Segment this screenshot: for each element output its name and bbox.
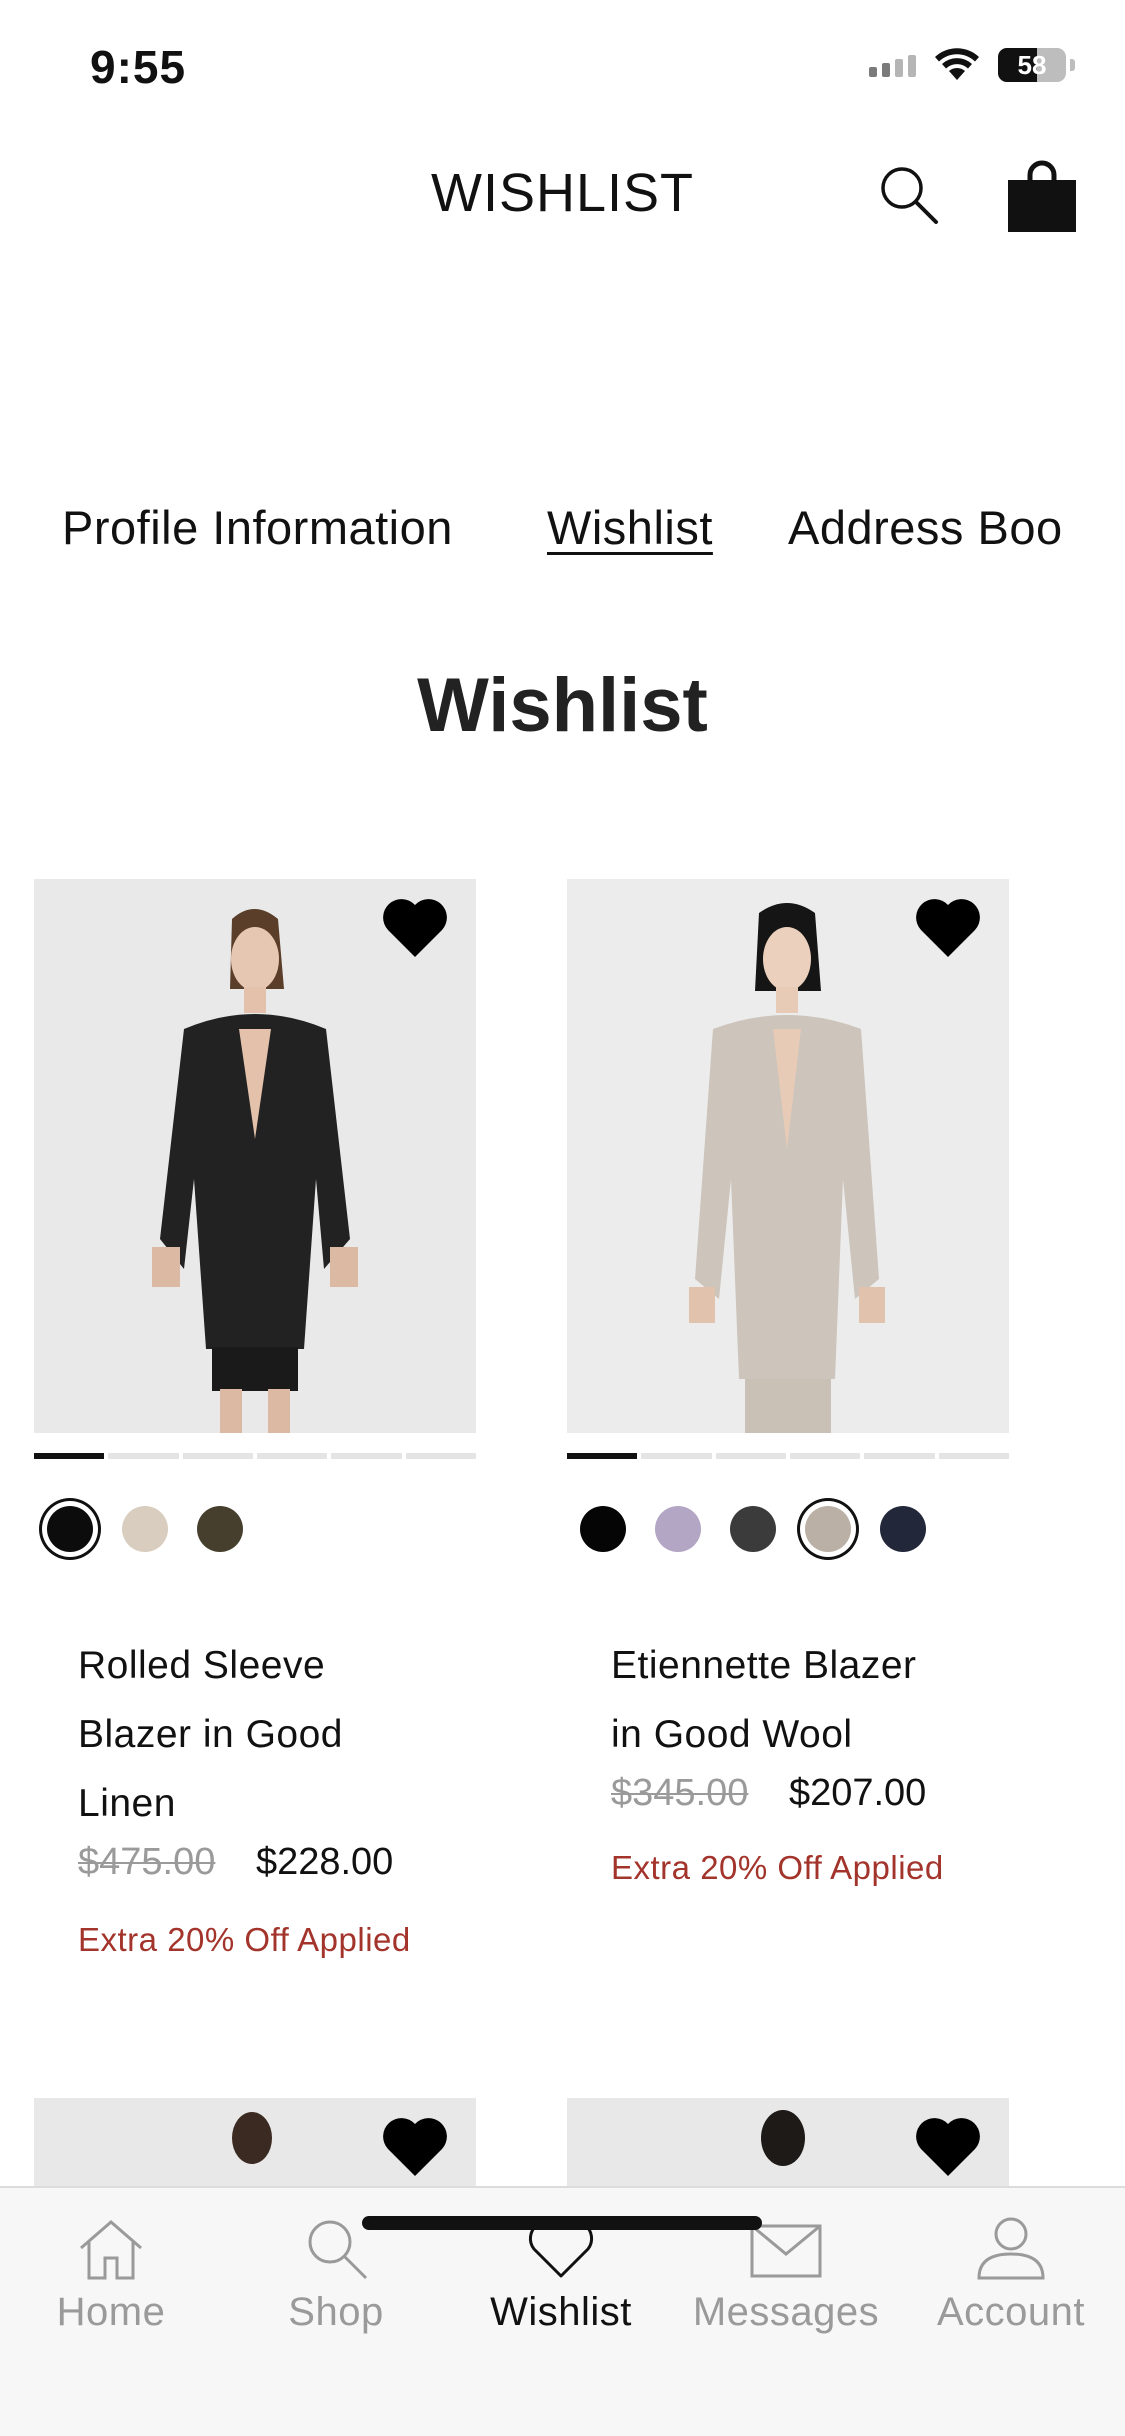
image-carousel-indicator xyxy=(34,1453,476,1459)
tab-wishlist[interactable]: Wishlist xyxy=(547,500,713,555)
status-time: 9:55 xyxy=(90,41,187,93)
battery-icon: 58 xyxy=(998,48,1066,82)
tab-address-book[interactable]: Address Boo xyxy=(788,500,1063,555)
color-swatch[interactable] xyxy=(47,1506,93,1552)
carousel-segment xyxy=(331,1453,402,1459)
price-row: $475.00 $228.00 xyxy=(78,1841,393,1884)
product-name-line: Rolled Sleeve xyxy=(78,1644,326,1687)
nav-label: Wishlist xyxy=(490,2290,632,2334)
product-name-line: Etiennette Blazer xyxy=(611,1644,917,1687)
original-price: $475.00 xyxy=(78,1841,216,1883)
home-icon xyxy=(80,2220,142,2280)
product-name-line: in Good Wool xyxy=(611,1713,853,1756)
carousel-segment xyxy=(182,1453,253,1459)
color-swatch[interactable] xyxy=(580,1506,626,1552)
status-bar: 9:55 58 xyxy=(0,0,1125,140)
product-image[interactable] xyxy=(34,879,476,1433)
home-indicator xyxy=(362,2216,762,2230)
nav-label: Messages xyxy=(692,2290,880,2334)
product-name[interactable]: Rolled Sleeve Blazer in Good Linen xyxy=(78,1631,418,1838)
carousel-segment xyxy=(567,1453,638,1459)
carousel-segment xyxy=(405,1453,476,1459)
carousel-segment xyxy=(34,1453,105,1459)
nav-wishlist[interactable]: Wishlist xyxy=(461,2216,661,2335)
nav-account[interactable]: Account xyxy=(911,2216,1111,2335)
heart-icon[interactable] xyxy=(380,2114,450,2180)
color-swatch[interactable] xyxy=(197,1506,243,1552)
battery-cap xyxy=(1070,59,1075,71)
heart-icon[interactable] xyxy=(913,895,983,961)
carousel-segment xyxy=(715,1453,786,1459)
page-title: Wishlist xyxy=(417,663,708,748)
status-icons: 58 xyxy=(869,48,1075,82)
product-photo xyxy=(34,879,476,1433)
account-tabs: Profile Information Wishlist Address Boo xyxy=(0,490,1068,570)
carousel-segment xyxy=(938,1453,1009,1459)
color-swatch[interactable] xyxy=(730,1506,776,1552)
color-swatch[interactable] xyxy=(655,1506,701,1552)
carousel-segment xyxy=(789,1453,861,1459)
nav-label: Account xyxy=(936,2290,1086,2334)
heart-icon[interactable] xyxy=(913,2114,983,2180)
sale-price: $207.00 xyxy=(788,1772,927,1814)
battery-percent: 58 xyxy=(1017,50,1047,80)
heart-icon[interactable] xyxy=(380,895,450,961)
color-swatch[interactable] xyxy=(805,1506,851,1552)
search-icon[interactable] xyxy=(874,160,944,230)
product-name-line: Linen xyxy=(78,1782,176,1825)
product-card-partial[interactable] xyxy=(34,2098,476,2188)
nav-messages[interactable]: Messages xyxy=(686,2216,886,2335)
product-name[interactable]: Etiennette Blazer in Good Wool xyxy=(611,1631,951,1769)
cellular-signal-icon xyxy=(869,53,916,77)
header-title: WISHLIST xyxy=(430,163,695,223)
color-swatch[interactable] xyxy=(122,1506,168,1552)
product-photo xyxy=(567,879,1009,1433)
promo-label: Extra 20% Off Applied xyxy=(78,1921,411,1958)
product-image[interactable] xyxy=(567,879,1009,1433)
carousel-segment xyxy=(108,1453,179,1459)
nav-label: Shop xyxy=(288,2290,384,2334)
nav-shop[interactable]: Shop xyxy=(236,2216,436,2335)
carousel-segment xyxy=(256,1453,328,1459)
search-icon xyxy=(308,2220,368,2280)
original-price: $345.00 xyxy=(611,1772,749,1814)
user-icon xyxy=(977,2217,1045,2280)
sale-price: $228.00 xyxy=(255,1841,394,1883)
carousel-segment xyxy=(641,1453,712,1459)
color-swatch[interactable] xyxy=(880,1506,926,1552)
nav-home[interactable]: Home xyxy=(11,2216,211,2335)
nav-label: Home xyxy=(56,2290,166,2334)
promo-label: Extra 20% Off Applied xyxy=(611,1849,944,1886)
wifi-icon xyxy=(935,48,979,80)
carousel-segment xyxy=(864,1453,935,1459)
image-carousel-indicator xyxy=(567,1453,1009,1459)
tab-profile-information[interactable]: Profile Information xyxy=(62,500,453,555)
shopping-bag-icon[interactable] xyxy=(1005,158,1079,234)
price-row: $345.00 $207.00 xyxy=(611,1772,926,1815)
product-name-line: Blazer in Good xyxy=(78,1713,343,1756)
product-card-partial[interactable] xyxy=(567,2098,1009,2188)
